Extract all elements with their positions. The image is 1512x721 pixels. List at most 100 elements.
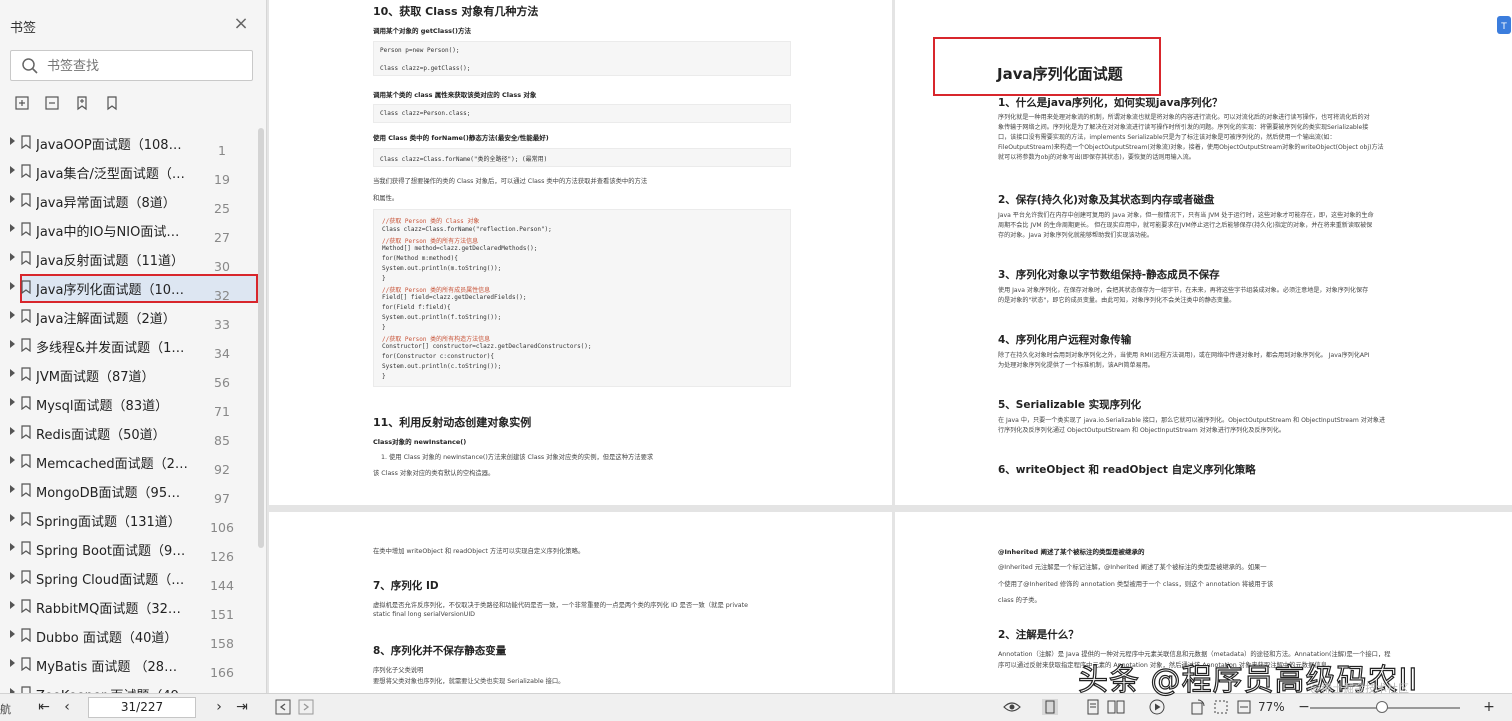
bookmark-item[interactable]: Mysql面试题（83道） 71 — [0, 389, 258, 419]
question-5: 5、Serializable 实现序列化 — [998, 399, 1142, 411]
bookmark-item[interactable]: Spring Cloud面试题（35... 144 — [0, 563, 258, 593]
expand-arrow-icon[interactable] — [10, 659, 15, 667]
answer-2: Java 平台允许我们在内存中创建可复用的 Java 对象，但一般情况下，只有当… — [998, 211, 1418, 241]
bookmark-list: JavaOOP面试题（108道） 1 Java集合/泛型面试题（2... 19 Java… — [0, 128, 258, 693]
document-view[interactable]: 10、获取 Class 对象有几种方法 调用某个对象的 getClass()方法… — [267, 0, 1512, 693]
code-line: } — [382, 372, 386, 380]
nav-label: 航 — [0, 703, 11, 716]
two-page-icon[interactable] — [1107, 698, 1125, 716]
next-page-icon[interactable]: › — [210, 698, 228, 716]
question-6: 6、writeObject 和 readObject 自定义序列化策略 — [998, 464, 1256, 476]
rotate-icon[interactable] — [1189, 698, 1207, 716]
play-icon[interactable] — [1148, 698, 1166, 716]
page-number-input[interactable]: 31/227 — [88, 697, 196, 718]
bookmark-item[interactable]: Memcached面试题（24... 92 — [0, 447, 258, 477]
bookmark-item[interactable]: Java中的IO与NIO面试题... 27 — [0, 215, 258, 245]
expand-arrow-icon[interactable] — [10, 427, 15, 435]
bookmark-search[interactable] — [10, 50, 253, 81]
zoom-level[interactable]: 77% — [1258, 700, 1285, 714]
code-line: Method[] method=clazz.getDeclaredMethods… — [382, 245, 538, 253]
bookmark-label: Spring Boot面试题（92... — [36, 544, 188, 559]
bookmark-label: Java序列化面试题（10道） — [36, 283, 188, 298]
code-block-2: Class clazz=Person.class; — [373, 104, 791, 123]
question-3: 3、序列化对象以字节数组保持-静态成员不保存 — [998, 269, 1220, 281]
expand-arrow-icon[interactable] — [10, 630, 15, 638]
bookmark-item[interactable]: RabbitMQ面试题（32道） 151 — [0, 592, 258, 622]
sidebar-scrollbar[interactable] — [258, 128, 264, 548]
bookmark-item[interactable]: MongoDB面试题（95道） 97 — [0, 476, 258, 506]
expand-arrow-icon[interactable] — [10, 543, 15, 551]
translate-icon[interactable]: T — [1496, 10, 1512, 40]
bookmark-item[interactable]: Spring面试题（131道） 106 — [0, 505, 258, 535]
expand-arrow-icon[interactable] — [10, 224, 15, 232]
first-page-icon[interactable]: ⇤ — [35, 698, 53, 716]
bookmark-item[interactable]: JavaOOP面试题（108道） 1 — [0, 128, 258, 158]
page-left-top: 10、获取 Class 对象有几种方法 调用某个对象的 getClass()方法… — [269, 0, 892, 505]
fit-page-icon[interactable] — [1212, 698, 1230, 716]
single-page-icon[interactable] — [1041, 698, 1059, 716]
expand-arrow-icon[interactable] — [10, 456, 15, 464]
expand-all-icon[interactable] — [14, 95, 30, 111]
eye-icon[interactable] — [1003, 698, 1021, 716]
expand-arrow-icon[interactable] — [10, 514, 15, 522]
bookmark-item[interactable]: MyBatis 面试题 （28道） 166 — [0, 650, 258, 680]
prev-page-icon[interactable]: ‹ — [58, 698, 76, 716]
expand-arrow-icon[interactable] — [10, 601, 15, 609]
bookmark-page-number: 106 — [210, 520, 234, 535]
bookmark-item[interactable]: Java异常面试题（8道） 25 — [0, 186, 258, 216]
bookmark-icon[interactable] — [104, 95, 120, 111]
bookmark-page-number: 33 — [214, 317, 230, 332]
bookmark-search-input[interactable] — [47, 56, 247, 76]
expand-arrow-icon[interactable] — [10, 398, 15, 406]
expand-arrow-icon[interactable] — [10, 166, 15, 174]
bookmark-page-number: 71 — [214, 404, 230, 419]
bookmark-item[interactable]: Redis面试题（50道） 85 — [0, 418, 258, 448]
paragraph: 该 Class 对象对应的类有默认的空构造器。 — [373, 470, 495, 477]
expand-arrow-icon[interactable] — [10, 137, 15, 145]
paragraph-line: 行序列化及反序列化通过 ObjectOutputStream 和 ObjectI… — [998, 427, 1285, 434]
bookmark-item[interactable]: 多线程&并发面试题（10... 34 — [0, 331, 258, 361]
expand-arrow-icon[interactable] — [10, 282, 15, 290]
bookmark-flag-icon — [21, 425, 31, 439]
expand-arrow-icon[interactable] — [10, 311, 15, 319]
bookmark-item[interactable]: ZooKeeper 面试题（49 — [0, 679, 258, 693]
zoom-slider-handle[interactable] — [1376, 701, 1388, 713]
fit-width-icon[interactable] — [1235, 698, 1253, 716]
bookmark-label: Spring面试题（131道） — [36, 515, 181, 530]
bookmark-label: Spring Cloud面试题（35... — [36, 573, 188, 588]
method-2: 调用某个类的 class 属性来获取该类对应的 Class 对象 — [373, 91, 537, 99]
code-line: for(Method m:method){ — [382, 255, 458, 263]
expand-arrow-icon[interactable] — [10, 369, 15, 377]
bookmark-item[interactable]: JVM面试题（87道） 56 — [0, 360, 258, 390]
add-bookmark-icon[interactable] — [74, 95, 90, 111]
close-icon[interactable]: × — [232, 15, 250, 33]
bookmark-item[interactable]: Java集合/泛型面试题（2... 19 — [0, 157, 258, 187]
bookmark-item[interactable]: Java注解面试题（2道） 33 — [0, 302, 258, 332]
code-line: System.out.println(c.toString()); — [382, 363, 502, 370]
expand-arrow-icon[interactable] — [10, 253, 15, 261]
bookmark-item[interactable]: Dubbo 面试题（40道） 158 — [0, 621, 258, 651]
expand-arrow-icon[interactable] — [10, 340, 15, 348]
method-1: 调用某个对象的 getClass()方法 — [373, 27, 471, 35]
bookmark-item[interactable]: Java反射面试题（11道） 30 — [0, 244, 258, 274]
watermark-sub: @稀土掘金技术社区 — [1310, 682, 1409, 695]
bookmark-label: ZooKeeper 面试题（49 — [36, 685, 188, 693]
expand-arrow-icon[interactable] — [10, 485, 15, 493]
expand-arrow-icon[interactable] — [10, 195, 15, 203]
bookmark-page-number: 158 — [210, 636, 234, 651]
bookmark-flag-icon — [21, 512, 31, 526]
code-line: //获取 Person 类的所有构造方法信息 — [382, 335, 491, 343]
paragraph: static final long serialVersionUID — [373, 611, 476, 618]
bookmark-flag-icon — [21, 570, 31, 584]
forward-icon[interactable] — [297, 698, 315, 716]
bookmark-label: Memcached面试题（24... — [36, 457, 188, 472]
bookmark-flag-icon — [21, 222, 31, 236]
continuous-page-icon[interactable] — [1084, 698, 1102, 716]
last-page-icon[interactable]: ⇥ — [233, 698, 251, 716]
bookmark-item[interactable]: Java序列化面试题（10道） 32 — [0, 273, 258, 303]
back-icon[interactable] — [274, 698, 292, 716]
expand-arrow-icon[interactable] — [10, 572, 15, 580]
zoom-in-icon[interactable]: + — [1480, 698, 1498, 716]
collapse-all-icon[interactable] — [44, 95, 60, 111]
bookmark-item[interactable]: Spring Boot面试题（92... 126 — [0, 534, 258, 564]
